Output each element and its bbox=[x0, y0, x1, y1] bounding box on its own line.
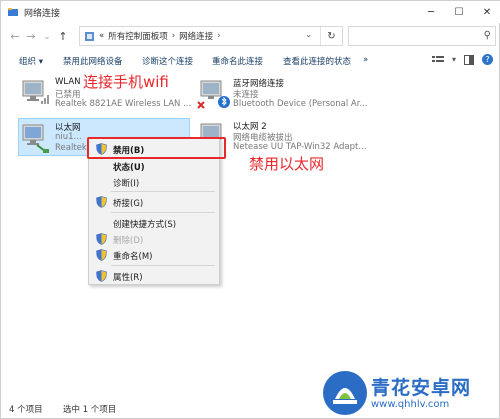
menu-separator bbox=[111, 265, 215, 266]
control-panel-icon bbox=[85, 31, 94, 41]
preview-pane-icon[interactable] bbox=[464, 54, 474, 65]
menu-item-status[interactable]: 状态(U) bbox=[89, 158, 221, 174]
network-folder-icon bbox=[8, 8, 18, 16]
forward-button[interactable]: → bbox=[23, 26, 39, 46]
menu-item-properties[interactable]: 属性(R) bbox=[89, 268, 221, 284]
menu-item-label: 重命名(M) bbox=[113, 252, 153, 262]
uac-shield-icon bbox=[96, 233, 107, 245]
disable-device-button[interactable]: 禁用此网络设备 bbox=[63, 55, 123, 67]
menu-item-label: 状态(U) bbox=[113, 163, 145, 173]
uac-shield-icon bbox=[96, 196, 107, 208]
close-button[interactable]: ✕ bbox=[473, 1, 500, 23]
command-bar: 组织 ▾ 禁用此网络设备 诊断这个连接 重命名此连接 查看此连接的状态 » ▾ … bbox=[1, 50, 500, 72]
chevron-down-icon[interactable]: ⌄ bbox=[305, 30, 312, 39]
chevron-right-icon: › bbox=[217, 31, 221, 41]
selected-count: 选中 1 个项目 bbox=[63, 405, 117, 415]
organize-button[interactable]: 组织 ▾ bbox=[19, 55, 43, 67]
annotation-connect-wifi: 连接手机wifi bbox=[83, 73, 169, 91]
address-toolbar: ← → ⌄ ↑ « 所有控制面板项 › 网络连接 › ⌄ ↻ ⚲ bbox=[1, 23, 500, 49]
connection-name: WLAN bbox=[55, 77, 81, 87]
recent-dropdown-button[interactable]: ⌄ bbox=[39, 26, 55, 46]
menu-item-bridge[interactable]: 桥接(G) bbox=[89, 194, 221, 210]
menu-item-rename[interactable]: 重命名(M) bbox=[89, 247, 221, 263]
watermark: 青花安卓网 www.qhhlv.com bbox=[319, 367, 500, 419]
uac-shield-icon bbox=[96, 249, 107, 261]
menu-item-label: 桥接(G) bbox=[113, 199, 144, 209]
help-icon[interactable]: ? bbox=[482, 54, 493, 65]
more-commands-button[interactable]: » bbox=[363, 55, 368, 65]
breadcrumb-prefix: « bbox=[99, 31, 105, 41]
connections-list: WLAN 已禁用 Realtek 8821AE Wireless LAN ...… bbox=[1, 73, 500, 398]
view-status-button[interactable]: 查看此连接的状态 bbox=[283, 55, 351, 67]
menu-item-diagnose[interactable]: 诊断(I) bbox=[89, 174, 221, 190]
menu-item-create-shortcut[interactable]: 创建快捷方式(S) bbox=[89, 215, 221, 231]
connection-status: niu1... bbox=[55, 132, 82, 142]
ethernet-adapter-icon bbox=[22, 124, 49, 153]
connection-device: Netease UU TAP-Win32 Adapt... bbox=[233, 142, 367, 152]
breadcrumb-network-connections[interactable]: 网络连接 bbox=[179, 30, 213, 42]
search-icon: ⚲ bbox=[483, 30, 491, 41]
watermark-name: 青花安卓网 bbox=[371, 377, 472, 399]
highlight-box bbox=[87, 137, 226, 159]
menu-item-label: 属性(R) bbox=[113, 273, 143, 283]
menu-item-label: 诊断(I) bbox=[113, 179, 140, 189]
maximize-button[interactable]: ☐ bbox=[445, 1, 473, 23]
view-dropdown-icon[interactable]: ▾ bbox=[452, 55, 456, 64]
network-connections-window: 网络连接 ─ ☐ ✕ ← → ⌄ ↑ « 所有控制面板项 › 网络连接 › ⌄ … bbox=[0, 0, 500, 419]
wifi-adapter-icon bbox=[22, 80, 49, 104]
connection-device: Bluetooth Device (Personal Ar... bbox=[233, 99, 368, 109]
diagnose-connection-button[interactable]: 诊断这个连接 bbox=[142, 55, 193, 67]
watermark-url: www.qhhlv.com bbox=[371, 399, 450, 410]
refresh-button[interactable]: ↻ bbox=[320, 27, 342, 45]
title-bar: 网络连接 ─ ☐ ✕ bbox=[1, 1, 500, 23]
watermark-logo-icon bbox=[323, 371, 367, 415]
address-bar[interactable]: « 所有控制面板项 › 网络连接 › ⌄ ↻ bbox=[79, 26, 343, 46]
change-view-icon[interactable] bbox=[431, 55, 444, 65]
search-input[interactable]: ⚲ bbox=[348, 26, 496, 46]
connection-device: Realtek 8821AE Wireless LAN ... bbox=[55, 99, 192, 109]
window-controls: ─ ☐ ✕ bbox=[417, 1, 500, 23]
menu-separator bbox=[111, 191, 215, 192]
annotation-disable-ethernet: 禁用以太网 bbox=[249, 155, 325, 173]
view-options: ▾ ? bbox=[431, 54, 493, 65]
bluetooth-adapter-icon bbox=[197, 80, 230, 109]
minimize-button[interactable]: ─ bbox=[417, 1, 445, 23]
menu-item-label: 创建快捷方式(S) bbox=[113, 220, 177, 230]
back-button[interactable]: ← bbox=[7, 26, 23, 46]
context-menu: 禁用(B) 状态(U) 诊断(I) 桥接(G) 创建快捷方式(S) 删除(D) bbox=[88, 137, 220, 285]
up-button[interactable]: ↑ bbox=[55, 26, 71, 46]
menu-item-delete: 删除(D) bbox=[89, 231, 221, 247]
connection-item-bluetooth[interactable]: 蓝牙网络连接 未连接 Bluetooth Device (Personal Ar… bbox=[197, 75, 368, 113]
breadcrumb-control-panel[interactable]: 所有控制面板项 bbox=[108, 30, 168, 42]
chevron-right-icon: › bbox=[171, 31, 176, 41]
item-count: 4 个项目 bbox=[9, 405, 43, 415]
uac-shield-icon bbox=[96, 270, 107, 282]
menu-item-label: 删除(D) bbox=[113, 236, 144, 246]
menu-separator bbox=[111, 212, 215, 213]
rename-connection-button[interactable]: 重命名此连接 bbox=[212, 55, 263, 67]
window-title: 网络连接 bbox=[24, 8, 61, 19]
